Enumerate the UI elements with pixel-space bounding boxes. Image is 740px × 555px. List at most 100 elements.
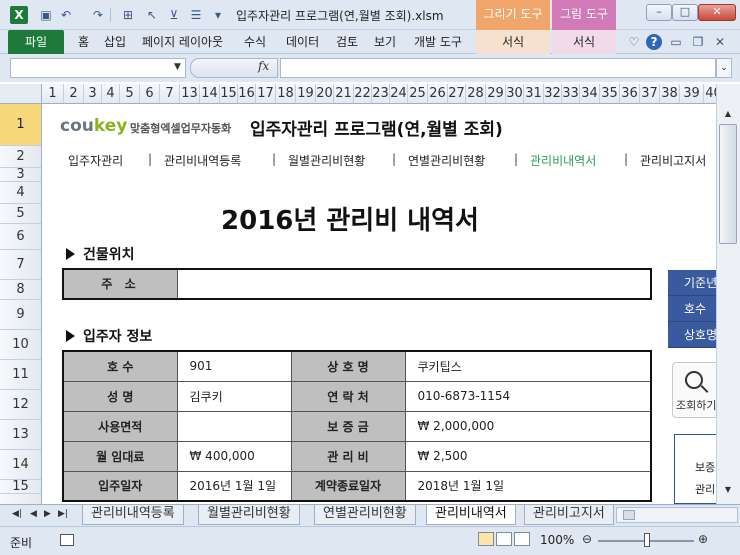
column-header[interactable]: 4 [102, 84, 120, 103]
column-header[interactable]: 15 [220, 84, 238, 103]
column-header[interactable]: 21 [334, 84, 354, 103]
column-header[interactable]: 37 [640, 84, 660, 103]
row-header[interactable]: 8 [0, 280, 41, 300]
close-workbook-icon[interactable]: ✕ [712, 34, 728, 50]
column-header[interactable]: 40 [704, 84, 716, 103]
field-value[interactable]: 2018년 1월 1일 [404, 470, 652, 502]
page-layout-view-icon[interactable] [496, 532, 512, 546]
column-header[interactable]: 30 [506, 84, 524, 103]
zoom-slider-knob[interactable] [644, 533, 650, 547]
business-name-button[interactable]: 상호명 [668, 322, 716, 348]
column-header[interactable]: 36 [620, 84, 640, 103]
column-header[interactable]: 2 [64, 84, 84, 103]
restore-window-icon[interactable]: ❐ [690, 34, 706, 50]
field-value[interactable]: 김쿠키 [176, 380, 292, 412]
cursor-icon[interactable]: ↖ [144, 7, 160, 23]
tab-developer[interactable]: 개발 도구 [414, 30, 462, 54]
field-value[interactable]: ₩ 2,000,000 [404, 410, 652, 442]
column-header[interactable]: 14 [200, 84, 220, 103]
ribbon-minimize-icon[interactable]: ▭ [668, 34, 684, 50]
expand-formula-bar-icon[interactable]: ⌄ [716, 58, 732, 78]
search-button[interactable]: 조회하기 [672, 362, 716, 418]
row-header[interactable]: 10 [0, 330, 41, 360]
column-header[interactable]: 39 [680, 84, 704, 103]
scroll-up-icon[interactable]: ▲ [719, 106, 737, 122]
row-header[interactable]: 2 [0, 146, 41, 168]
field-value[interactable]: ₩ 2,500 [404, 440, 652, 472]
form-icon[interactable]: ☰ [188, 7, 204, 23]
column-header[interactable]: 22 [354, 84, 372, 103]
field-value[interactable] [176, 410, 292, 442]
address-value-cell[interactable] [178, 270, 650, 298]
sheet-tab[interactable]: 월별관리비현황 [198, 505, 300, 525]
filter-icon[interactable]: ⊻ [166, 7, 182, 23]
horizontal-scroll-thumb[interactable] [623, 510, 635, 520]
row-header[interactable]: 1 [0, 104, 41, 146]
scroll-down-icon[interactable]: ▼ [719, 482, 737, 498]
first-sheet-icon[interactable]: ◀| [12, 509, 22, 519]
column-header[interactable]: 20 [316, 84, 334, 103]
tab-review[interactable]: 검토 [336, 30, 358, 54]
tab-home[interactable]: 홈 [78, 30, 89, 54]
tab-data[interactable]: 데이터 [286, 30, 319, 54]
next-sheet-icon[interactable]: ▶ [44, 509, 51, 519]
tab-formulas[interactable]: 수식 [244, 30, 266, 54]
normal-view-icon[interactable] [478, 532, 494, 546]
column-header[interactable]: 28 [466, 84, 486, 103]
column-header[interactable]: 32 [544, 84, 562, 103]
name-box[interactable] [10, 58, 186, 78]
grid-icon[interactable]: ⊞ [120, 7, 136, 23]
row-header[interactable]: 3 [0, 168, 41, 182]
field-value[interactable]: 901 [176, 350, 292, 382]
sheet-tab[interactable]: 관리비고지서 [524, 505, 614, 525]
tab-page-layout[interactable]: 페이지 레이아웃 [142, 30, 223, 54]
field-value[interactable]: 쿠키팁스 [404, 350, 652, 382]
sheet-tab[interactable]: 연별관리비현황 [314, 505, 416, 525]
tab-file[interactable]: 파일 [8, 30, 64, 54]
tab-insert[interactable]: 삽입 [104, 30, 126, 54]
macro-record-icon[interactable] [60, 534, 74, 546]
row-header[interactable]: 15 [0, 480, 41, 494]
column-header[interactable]: 34 [580, 84, 600, 103]
undo-icon[interactable]: ↶ [58, 7, 74, 23]
maximize-button[interactable]: □ [672, 4, 698, 21]
row-header[interactable]: 9 [0, 300, 41, 330]
horizontal-scrollbar[interactable] [616, 507, 738, 523]
field-value[interactable]: ₩ 400,000 [176, 440, 292, 472]
zoom-out-icon[interactable]: ⊖ [582, 532, 592, 546]
redo-icon[interactable]: ↷ [90, 7, 106, 23]
column-header[interactable]: 35 [600, 84, 620, 103]
zoom-level[interactable]: 100% [540, 533, 574, 547]
column-header[interactable]: 1 [42, 84, 64, 103]
row-header[interactable]: 12 [0, 390, 41, 420]
column-header[interactable]: 19 [296, 84, 316, 103]
column-header[interactable]: 6 [140, 84, 160, 103]
column-header[interactable]: 17 [256, 84, 276, 103]
help-icon[interactable]: ? [646, 34, 662, 50]
column-header[interactable]: 33 [562, 84, 580, 103]
nav-fee-registration[interactable]: 관리비내역등록 [164, 152, 241, 169]
vertical-scrollbar[interactable]: ▲ ▼ [716, 84, 740, 504]
nav-tenant-management[interactable]: 입주자관리 [68, 152, 123, 169]
column-header[interactable]: 31 [524, 84, 544, 103]
nav-yearly-fee-status[interactable]: 연별관리비현황 [408, 152, 485, 169]
vertical-scroll-thumb[interactable] [719, 124, 737, 244]
field-value[interactable]: 010-6873-1154 [404, 380, 652, 412]
row-header[interactable]: 14 [0, 450, 41, 480]
nav-monthly-fee-status[interactable]: 월별관리비현황 [288, 152, 365, 169]
column-header[interactable]: 16 [238, 84, 256, 103]
column-header[interactable]: 25 [408, 84, 428, 103]
select-all-corner[interactable] [0, 84, 42, 104]
row-header[interactable]: 7 [0, 250, 41, 280]
column-header[interactable]: 26 [428, 84, 448, 103]
column-header[interactable]: 3 [84, 84, 102, 103]
row-header[interactable]: 4 [0, 182, 41, 204]
tab-view[interactable]: 보기 [374, 30, 396, 54]
heart-icon[interactable]: ♡ [626, 34, 642, 50]
row-header[interactable]: 5 [0, 204, 41, 224]
row-header[interactable]: 11 [0, 360, 41, 390]
tab-picture-format[interactable]: 서식 [552, 30, 616, 54]
sheet-tab[interactable]: 관리비내역서 [426, 505, 516, 525]
row-header[interactable]: 13 [0, 420, 41, 450]
close-button[interactable]: ✕ [698, 4, 736, 21]
